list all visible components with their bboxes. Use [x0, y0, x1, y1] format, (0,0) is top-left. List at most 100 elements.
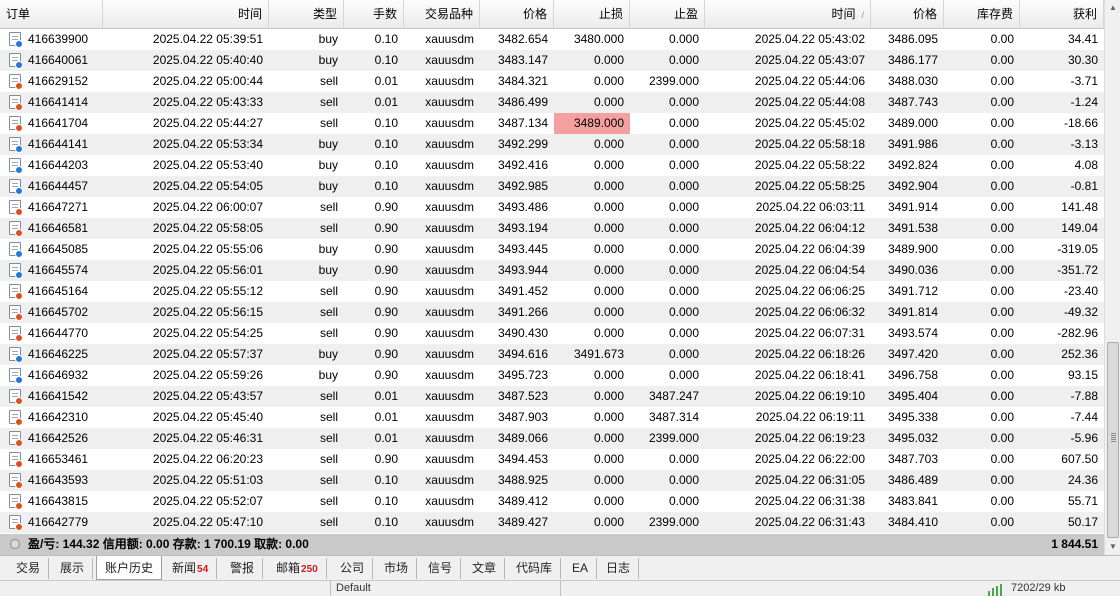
cell-profit: 55.71: [1067, 494, 1098, 508]
cell-symbol: xauusdm: [425, 284, 474, 298]
buy-order-icon: [9, 263, 23, 279]
cell-symbol: xauusdm: [425, 158, 474, 172]
cell-lots: 0.01: [374, 389, 398, 403]
table-row[interactable]: 416643593 2025.04.22 05:51:03 sell 0.10 xauu…: [0, 470, 1104, 491]
column-header-swap[interactable]: 库存费: [944, 0, 1020, 29]
sell-order-icon: [9, 473, 23, 489]
cell-tp: 0.000: [668, 242, 699, 256]
cell-order: 416643815: [28, 494, 89, 508]
cell-close-price: 3493.574: [887, 326, 938, 340]
vertical-scrollbar[interactable]: ▲ ▼: [1104, 0, 1120, 555]
tab-label: 交易: [16, 561, 41, 575]
tab-8[interactable]: 信号: [420, 558, 462, 579]
column-header-tp[interactable]: 止盈: [630, 0, 705, 29]
buy-order-icon: [9, 137, 23, 153]
cell-swap: 0.00: [990, 200, 1014, 214]
cell-swap: 0.00: [990, 494, 1014, 508]
tab-12[interactable]: 日志: [598, 558, 640, 579]
table-row[interactable]: 416641542 2025.04.22 05:43:57 sell 0.01 xauu…: [0, 386, 1104, 407]
cell-profit: -319.05: [1057, 242, 1098, 256]
table-row[interactable]: 416639900 2025.04.22 05:39:51 buy 0.10 xauus…: [0, 29, 1104, 50]
column-header-sl[interactable]: 止损: [554, 0, 630, 29]
column-header-type[interactable]: 类型: [269, 0, 344, 29]
table-row[interactable]: 416644770 2025.04.22 05:54:25 sell 0.90 xauu…: [0, 323, 1104, 344]
scroll-up-icon[interactable]: ▲: [1105, 0, 1120, 16]
cell-type: sell: [319, 389, 338, 403]
tab-1[interactable]: 展示: [52, 558, 94, 579]
cell-profit: -0.81: [1070, 179, 1098, 193]
cell-swap: 0.00: [990, 221, 1014, 235]
cell-open-time: 2025.04.22 05:46:31: [152, 431, 263, 445]
tab-2[interactable]: 账户历史: [96, 556, 163, 580]
table-row[interactable]: 416645085 2025.04.22 05:55:06 buy 0.90 xauus…: [0, 239, 1104, 260]
table-row[interactable]: 416646225 2025.04.22 05:57:37 buy 0.90 xauus…: [0, 344, 1104, 365]
tab-11[interactable]: EA: [564, 558, 598, 579]
cell-tp: 0.000: [668, 200, 699, 214]
cell-close-time: 2025.04.22 05:45:02: [754, 116, 865, 130]
table-row[interactable]: 416646932 2025.04.22 05:59:26 buy 0.90 xauus…: [0, 365, 1104, 386]
sell-order-icon: [9, 452, 23, 468]
table-row[interactable]: 416642310 2025.04.22 05:45:40 sell 0.01 xauu…: [0, 407, 1104, 428]
cell-sl: 0.000: [593, 473, 624, 487]
table-row[interactable]: 416653461 2025.04.22 06:20:23 sell 0.90 xauu…: [0, 449, 1104, 470]
cell-open-price: 3489.066: [497, 431, 548, 445]
table-row[interactable]: 416643815 2025.04.22 05:52:07 sell 0.10 xauu…: [0, 491, 1104, 512]
cell-open-time: 2025.04.22 05:44:27: [152, 116, 263, 130]
cell-profit: -49.32: [1063, 305, 1098, 319]
column-header-open-price[interactable]: 价格: [480, 0, 554, 29]
column-header-symbol[interactable]: 交易品种: [404, 0, 480, 29]
table-row[interactable]: 416647271 2025.04.22 06:00:07 sell 0.90 xauu…: [0, 197, 1104, 218]
cell-open-time: 2025.04.22 05:53:40: [152, 158, 263, 172]
table-row[interactable]: 416644457 2025.04.22 05:54:05 buy 0.10 xauus…: [0, 176, 1104, 197]
table-row[interactable]: 416642779 2025.04.22 05:47:10 sell 0.10 xauu…: [0, 512, 1104, 533]
cell-lots: 0.10: [374, 158, 398, 172]
sell-order-icon: [9, 284, 23, 300]
cell-profit: 141.48: [1061, 200, 1098, 214]
table-row[interactable]: 416644141 2025.04.22 05:53:34 buy 0.10 xauus…: [0, 134, 1104, 155]
column-header-close-price[interactable]: 价格: [871, 0, 944, 29]
table-row[interactable]: 416646581 2025.04.22 05:58:05 sell 0.90 xauu…: [0, 218, 1104, 239]
cell-tp: 0.000: [668, 179, 699, 193]
scroll-down-icon[interactable]: ▼: [1105, 539, 1120, 555]
cell-profit: 149.04: [1061, 221, 1098, 235]
cell-symbol: xauusdm: [425, 221, 474, 235]
cell-lots: 0.90: [374, 452, 398, 466]
column-header-close-time[interactable]: 时间 /: [705, 0, 871, 29]
table-row[interactable]: 416629152 2025.04.22 05:00:44 sell 0.01 xauu…: [0, 71, 1104, 92]
table-row[interactable]: 416642526 2025.04.22 05:46:31 sell 0.01 xauu…: [0, 428, 1104, 449]
cell-open-time: 2025.04.22 05:51:03: [152, 473, 263, 487]
tab-9[interactable]: 文章: [464, 558, 506, 579]
cell-close-price: 3486.489: [887, 473, 938, 487]
tab-10[interactable]: 代码库: [508, 558, 562, 579]
tab-0[interactable]: 交易: [8, 558, 50, 579]
cell-sl: 0.000: [593, 158, 624, 172]
cell-open-time: 2025.04.22 05:54:05: [152, 179, 263, 193]
sell-order-icon: [9, 431, 23, 447]
table-row[interactable]: 416645164 2025.04.22 05:55:12 sell 0.90 xauu…: [0, 281, 1104, 302]
cell-close-time: 2025.04.22 06:06:32: [754, 305, 865, 319]
column-header-open-time[interactable]: 时间: [103, 0, 269, 29]
column-header-order[interactable]: 订单: [0, 0, 103, 29]
table-row[interactable]: 416641704 2025.04.22 05:44:27 sell 0.10 xauu…: [0, 113, 1104, 134]
tab-5[interactable]: 邮箱250: [268, 558, 327, 579]
table-row[interactable]: 416641414 2025.04.22 05:43:33 sell 0.01 xauu…: [0, 92, 1104, 113]
table-row[interactable]: 416645702 2025.04.22 05:56:15 sell 0.90 xauu…: [0, 302, 1104, 323]
table-row[interactable]: 416644203 2025.04.22 05:53:40 buy 0.10 xauus…: [0, 155, 1104, 176]
cell-symbol: xauusdm: [425, 32, 474, 46]
column-header-label: 价格: [912, 7, 937, 21]
table-row[interactable]: 416640061 2025.04.22 05:40:40 buy 0.10 xauus…: [0, 50, 1104, 71]
cell-close-price: 3486.095: [887, 32, 938, 46]
cell-symbol: xauusdm: [425, 431, 474, 445]
status-bar: Default 7202/29 kb: [0, 580, 1120, 596]
tab-4[interactable]: 警报: [222, 558, 264, 579]
cell-tp: 0.000: [668, 53, 699, 67]
scroll-thumb[interactable]: [1107, 342, 1119, 538]
column-header-lots[interactable]: 手数: [344, 0, 404, 29]
tab-6[interactable]: 公司: [332, 558, 374, 579]
table-row[interactable]: 416645574 2025.04.22 05:56:01 buy 0.90 xauus…: [0, 260, 1104, 281]
cell-profit: -18.66: [1063, 116, 1098, 130]
tab-7[interactable]: 市场: [376, 558, 418, 579]
column-header-profit[interactable]: 获利: [1020, 0, 1104, 29]
cell-tp: 0.000: [668, 284, 699, 298]
tab-3[interactable]: 新闻54: [164, 558, 218, 579]
